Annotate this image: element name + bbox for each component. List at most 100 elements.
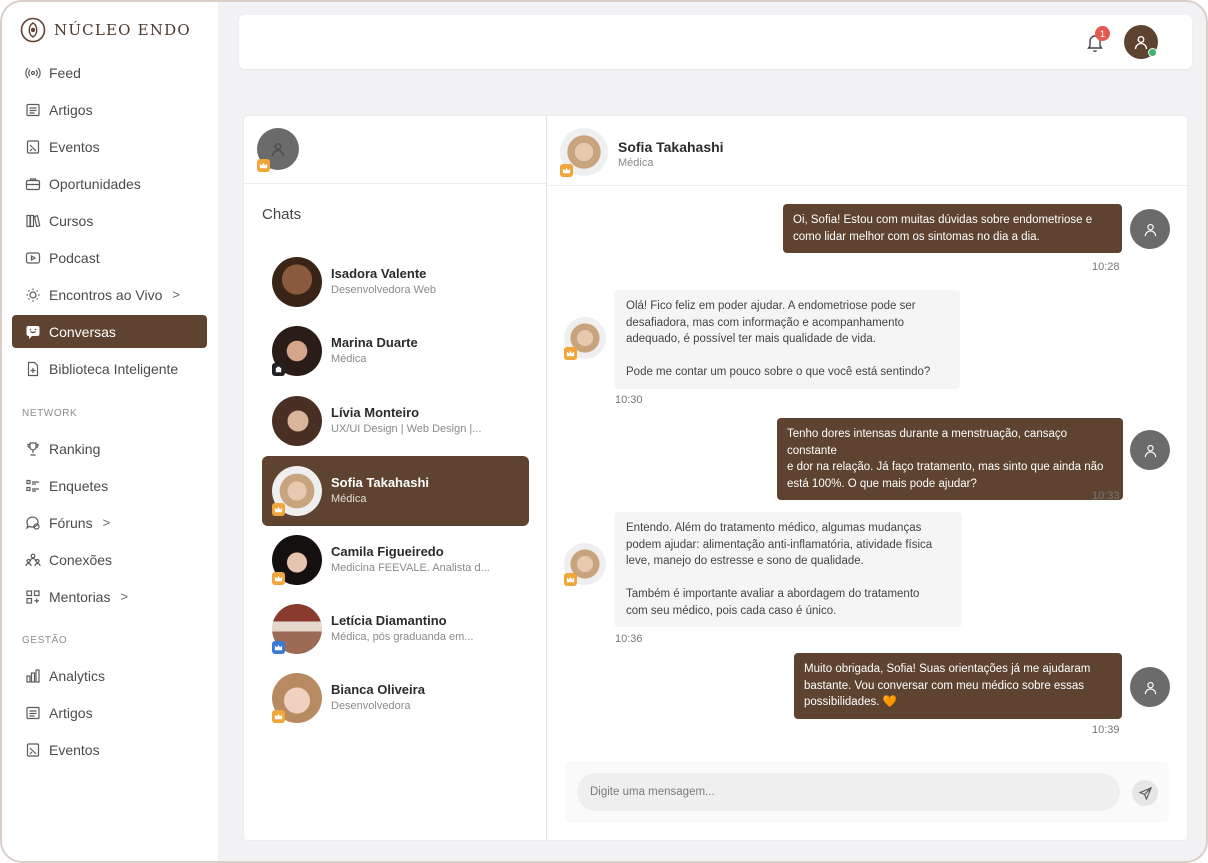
chat-item-livia[interactable]: Lívia Monteiro UX/UI Design | Web Design… bbox=[262, 386, 529, 456]
sidebar-item-biblioteca[interactable]: Biblioteca Inteligente bbox=[12, 352, 207, 385]
sidebar-item-eventos[interactable]: Eventos bbox=[12, 130, 207, 163]
sidebar-item-gestao-eventos[interactable]: Eventos bbox=[12, 733, 207, 766]
sidebar-item-mentorias[interactable]: Mentorias > bbox=[12, 580, 207, 613]
message-time: 10:39 bbox=[1092, 724, 1120, 736]
chats-title: Chats bbox=[262, 206, 302, 223]
message-time: 10:28 bbox=[1092, 261, 1120, 273]
message-incoming: Olá! Fico feliz em poder ajudar. A endom… bbox=[614, 290, 960, 389]
section-label-network: NETWORK bbox=[22, 408, 78, 419]
article-icon bbox=[25, 102, 41, 118]
chevron-right-icon: > bbox=[172, 287, 180, 302]
crown-badge-icon bbox=[564, 347, 577, 360]
message-line: como lidar melhor com os sintomas no dia… bbox=[793, 230, 1040, 243]
sidebar-item-analytics[interactable]: Analytics bbox=[12, 659, 207, 692]
chat-item-name: Bianca Oliveira bbox=[331, 682, 425, 697]
chat-item-isadora[interactable]: Isadora Valente Desenvolvedora Web bbox=[262, 247, 529, 317]
sidebar-item-gestao-artigos[interactable]: Artigos bbox=[12, 696, 207, 729]
sidebar-item-encontros[interactable]: Encontros ao Vivo > bbox=[12, 278, 207, 311]
sidebar-item-label: Eventos bbox=[49, 741, 100, 758]
chevron-right-icon: > bbox=[102, 515, 111, 530]
people-icon bbox=[25, 552, 41, 568]
broadcast-icon bbox=[25, 65, 41, 81]
chat-item-name: Marina Duarte bbox=[331, 335, 418, 350]
sidebar-item-conexoes[interactable]: Conexões bbox=[12, 543, 207, 576]
sidebar-item-label: Ranking bbox=[49, 440, 101, 457]
user-icon bbox=[1134, 36, 1148, 50]
sidebar-item-label: Eventos bbox=[49, 138, 100, 155]
article-icon bbox=[25, 705, 41, 721]
message-line: adequado, é possível ter mais qualidade … bbox=[626, 333, 876, 345]
sidebar-item-artigos[interactable]: Artigos bbox=[12, 93, 207, 126]
contact-role: Médica bbox=[618, 157, 654, 169]
brand-name: NÚCLEO ENDO bbox=[54, 21, 191, 39]
section-label-gestao: GESTÃO bbox=[22, 635, 68, 646]
crown-badge-icon bbox=[272, 503, 285, 516]
file-plus-icon bbox=[25, 361, 41, 377]
user-icon bbox=[1144, 681, 1156, 694]
sidebar-item-label: Biblioteca Inteligente bbox=[49, 360, 179, 377]
crown-badge-icon bbox=[564, 573, 577, 586]
chat-item-sofia[interactable]: Sofia Takahashi Médica bbox=[262, 456, 529, 526]
chat-icon bbox=[25, 324, 41, 340]
poll-icon bbox=[25, 478, 41, 494]
sidebar-item-label: Conexões bbox=[49, 551, 113, 568]
sidebar-item-ranking[interactable]: Ranking bbox=[12, 432, 207, 465]
message-line: está 100%. O que mais pode ajudar? bbox=[787, 477, 977, 490]
message-line: podem ajudar: alimentação anti-inflamató… bbox=[626, 538, 933, 551]
user-avatar bbox=[1130, 209, 1170, 249]
user-avatar bbox=[1130, 430, 1170, 470]
calendar-icon bbox=[25, 742, 41, 758]
live-icon bbox=[25, 287, 41, 303]
sidebar-item-enquetes[interactable]: Enquetes bbox=[12, 469, 207, 502]
user-icon bbox=[1144, 444, 1156, 457]
user-avatar bbox=[1130, 667, 1170, 707]
message-line: bastante. Vou conversar com meu médico s… bbox=[804, 679, 1084, 692]
sidebar-item-label: Enquetes bbox=[49, 477, 109, 494]
contact-name: Sofia Takahashi bbox=[618, 139, 724, 155]
message-line: Também é importante avaliar a abordagem … bbox=[626, 588, 920, 600]
sidebar-item-feed[interactable]: Feed bbox=[12, 56, 207, 89]
sidebar-item-label: Encontros ao Vivo bbox=[49, 286, 163, 303]
chat-item-camila[interactable]: Camila Figueiredo Medicina FEEVALE. Anal… bbox=[262, 525, 529, 595]
message-input[interactable] bbox=[577, 773, 1120, 811]
chat-item-name: Letícia Diamantino bbox=[331, 613, 447, 628]
sidebar-item-label: Analytics bbox=[49, 667, 106, 684]
message-composer bbox=[565, 761, 1169, 823]
badge-icon bbox=[272, 363, 285, 376]
chat-item-subtitle: Medicina FEEVALE. Analista d... bbox=[331, 562, 490, 574]
chat-item-name: Sofia Takahashi bbox=[331, 475, 430, 490]
logo-mark-icon bbox=[20, 17, 46, 43]
chat-item-bianca[interactable]: Bianca Oliveira Desenvolvedora bbox=[262, 663, 529, 733]
message-outgoing: Oi, Sofia! Estou com muitas dúvidas sobr… bbox=[783, 204, 1122, 253]
chat-item-subtitle: UX/UI Design | Web Design |... bbox=[331, 423, 482, 435]
sidebar-item-cursos[interactable]: Cursos bbox=[12, 204, 207, 237]
user-icon bbox=[271, 143, 285, 157]
chat-item-subtitle: Desenvolvedora Web bbox=[331, 284, 436, 296]
sidebar-item-label: Fóruns bbox=[49, 514, 93, 531]
sidebar-item-label: Podcast bbox=[49, 249, 100, 266]
message-time: 10:33 bbox=[1092, 490, 1120, 502]
message-time: 10:30 bbox=[615, 394, 643, 406]
message-line: leve, manejo do estresse e sono de quali… bbox=[626, 555, 864, 567]
message-line: desafiadora, mas com informação e acompa… bbox=[626, 316, 905, 329]
sidebar-item-podcast[interactable]: Podcast bbox=[12, 241, 207, 274]
sidebar-item-oportunidades[interactable]: Oportunidades bbox=[12, 167, 207, 200]
chat-item-marina[interactable]: Marina Duarte Médica bbox=[262, 316, 529, 386]
conversation-panel: Sofia Takahashi Médica Oi, Sofia! Estou … bbox=[546, 115, 1188, 841]
message-line: com seu médico, pois cada caso é único. bbox=[626, 604, 837, 617]
message-incoming: Entendo. Além do tratamento médico, algu… bbox=[614, 512, 962, 627]
topbar: 1 bbox=[239, 15, 1192, 69]
sidebar-item-foruns[interactable]: Fóruns > bbox=[12, 506, 207, 539]
chat-list-header bbox=[244, 116, 546, 184]
crown-badge-icon bbox=[560, 164, 573, 177]
chat-item-leticia[interactable]: Letícia Diamantino Médica, pós graduanda… bbox=[262, 594, 529, 664]
brand-logo[interactable]: NÚCLEO ENDO bbox=[20, 16, 191, 44]
sidebar-item-conversas[interactable]: Conversas bbox=[12, 315, 207, 348]
trophy-icon bbox=[25, 441, 41, 457]
online-status-dot bbox=[1148, 48, 1157, 57]
avatar bbox=[272, 257, 322, 307]
send-icon bbox=[1138, 786, 1152, 800]
send-button[interactable] bbox=[1132, 780, 1158, 806]
